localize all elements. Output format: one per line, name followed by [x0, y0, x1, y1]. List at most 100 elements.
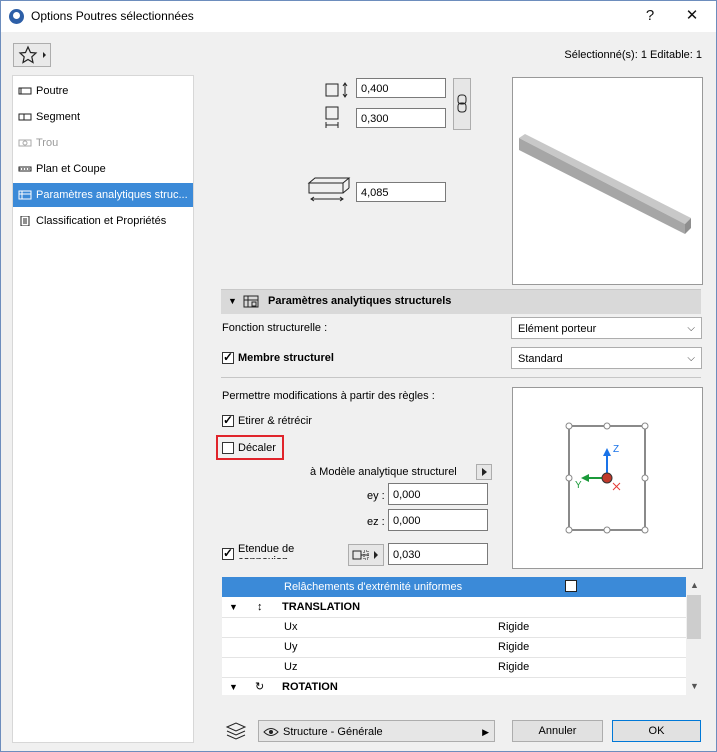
height-icon — [325, 82, 348, 98]
ey-field[interactable]: 0,000 — [388, 483, 488, 505]
analytic-model-preview: Z Y — [512, 387, 703, 569]
model-link-label: à Modèle analytique structurel — [310, 466, 457, 478]
stretch-label: Etirer & rétrécir — [238, 415, 312, 427]
model-link-button[interactable] — [476, 464, 492, 480]
selection-info: Sélectionné(s): 1 Editable: 1 — [564, 49, 702, 61]
table-group-row[interactable]: ▼ ↕ TRANSLATION — [222, 597, 686, 618]
axis-cell: Uy — [284, 641, 298, 653]
ok-button[interactable]: OK — [612, 720, 701, 742]
window-title: Options Poutres sélectionnées — [31, 9, 194, 23]
structural-analytics-icon — [18, 190, 32, 200]
collapse-triangle-icon: ▼ — [229, 682, 238, 692]
chain-link-icon — [457, 94, 467, 113]
table-row[interactable]: Ux Rigide — [222, 617, 686, 638]
y-axis-label: Y — [575, 480, 582, 491]
height-field[interactable]: 0,400 — [356, 78, 446, 98]
help-button[interactable]: ? — [635, 5, 665, 27]
offset-label: Décaler — [238, 442, 276, 454]
connection-type-icon — [352, 550, 378, 560]
rules-label: Permettre modifications à partir des règ… — [222, 390, 435, 402]
member-label: Membre structurel — [238, 352, 334, 364]
table-row[interactable]: Uy Rigide — [222, 637, 686, 658]
width-field[interactable]: 0,300 — [356, 108, 446, 128]
z-axis-label: Z — [613, 444, 620, 455]
hole-icon — [18, 139, 32, 147]
section-title: Paramètres analytiques structurels — [268, 295, 452, 307]
scroll-up-icon[interactable]: ▲ — [690, 580, 699, 590]
value-cell: Rigide — [498, 661, 530, 673]
beam-3d-illustration — [519, 134, 691, 234]
collapse-triangle-icon: ▼ — [229, 602, 238, 612]
plan-section-icon — [18, 166, 32, 172]
chevron-down-icon: ⌵ — [687, 353, 695, 364]
beam-icon — [18, 87, 32, 95]
chevron-down-icon: ⌵ — [687, 323, 695, 334]
title-bar: Options Poutres sélectionnées ? ✕ — [1, 1, 716, 32]
favorites-button[interactable] — [13, 43, 51, 67]
value-cell: Rigide — [498, 641, 530, 653]
member-checkbox[interactable] — [222, 350, 234, 364]
cancel-button[interactable]: Annuler — [512, 720, 603, 742]
axis-cell: Uz — [284, 661, 298, 673]
collapse-triangle-icon: ▼ — [228, 296, 237, 306]
width-icon — [325, 106, 339, 128]
table-header-row[interactable]: Relâchements d'extrémité uniformes — [222, 577, 686, 598]
nav-item-label: Plan et Coupe — [36, 163, 106, 175]
nav-item-plan-et-coupe[interactable]: Plan et Coupe — [13, 157, 193, 181]
connection-type-button[interactable] — [348, 544, 384, 566]
segment-icon — [18, 113, 32, 121]
function-value: Elément porteur — [518, 323, 597, 335]
scroll-thumb[interactable] — [687, 595, 701, 639]
ez-label: ez : — [367, 516, 385, 528]
uniform-releases-label: Relâchements d'extrémité uniformes — [284, 581, 463, 593]
connection-label: Etendue de connexion — [238, 543, 295, 559]
favorites-value: Structure - Générale — [283, 726, 383, 738]
length-field[interactable]: 4,085 — [356, 182, 446, 202]
scroll-down-icon[interactable]: ▼ — [690, 681, 699, 691]
beam-3d-preview — [512, 77, 703, 285]
cross-section-diagram — [565, 422, 649, 534]
nav-item-label: Trou — [36, 137, 59, 149]
group-title: TRANSLATION — [282, 601, 361, 613]
table-scrollbar[interactable]: ▲ ▼ — [686, 577, 702, 695]
nav-item-segment[interactable]: Segment — [13, 105, 193, 129]
stretch-checkbox[interactable] — [222, 413, 234, 427]
close-button[interactable]: ✕ — [677, 5, 707, 27]
structural-analytics-icon — [243, 295, 259, 308]
translation-arrow-icon: ↕ — [257, 601, 263, 613]
arrow-right-icon — [482, 468, 487, 476]
offset-checkbox[interactable] — [222, 442, 234, 454]
connection-checkbox[interactable] — [222, 546, 234, 560]
nav-item-label: Classification et Propriétés — [36, 215, 167, 227]
uniform-releases-checkbox[interactable] — [565, 578, 577, 598]
function-label: Fonction structurelle : — [222, 322, 328, 334]
arrow-right-icon: ▶ — [482, 727, 489, 737]
connection-field[interactable]: 0,030 — [388, 543, 488, 565]
value-cell: Rigide — [498, 621, 530, 633]
ez-field[interactable]: 0,000 — [388, 509, 488, 531]
favorites-dropdown[interactable]: Structure - Générale ▶ — [258, 720, 495, 742]
member-value: Standard — [518, 353, 563, 365]
axis-cell: Ux — [284, 621, 298, 633]
nav-item-trou[interactable]: Trou — [13, 131, 193, 155]
table-group-row[interactable]: ▼ ↻ ROTATION — [222, 677, 686, 695]
group-title: ROTATION — [282, 681, 338, 693]
nav-item-label: Paramètres analytiques struc... — [36, 189, 188, 201]
member-dropdown[interactable]: Standard ⌵ — [511, 347, 702, 369]
divider — [221, 377, 701, 378]
section-header[interactable]: ▼ Paramètres analytiques structurels — [221, 289, 701, 314]
link-dimensions-button[interactable] — [453, 78, 471, 130]
ey-label: ey : — [367, 490, 385, 502]
table-row[interactable]: Uz Rigide — [222, 657, 686, 678]
nav-item-parametres-analytiques[interactable]: Paramètres analytiques struc... — [13, 183, 193, 207]
rotation-arrow-icon: ↻ — [255, 681, 265, 693]
nav-item-poutre[interactable]: Poutre — [13, 79, 193, 103]
nav-item-classification[interactable]: Classification et Propriétés — [13, 209, 193, 233]
classification-icon — [20, 216, 30, 226]
nav-item-label: Poutre — [36, 85, 69, 97]
settings-nav: Poutre Segment Trou Plan et Coupe Paramè… — [12, 75, 194, 743]
length-icon — [307, 177, 351, 202]
function-dropdown[interactable]: Elément porteur ⌵ — [511, 317, 702, 339]
favorites-layers-icon[interactable] — [224, 721, 248, 741]
eye-icon — [263, 728, 279, 736]
